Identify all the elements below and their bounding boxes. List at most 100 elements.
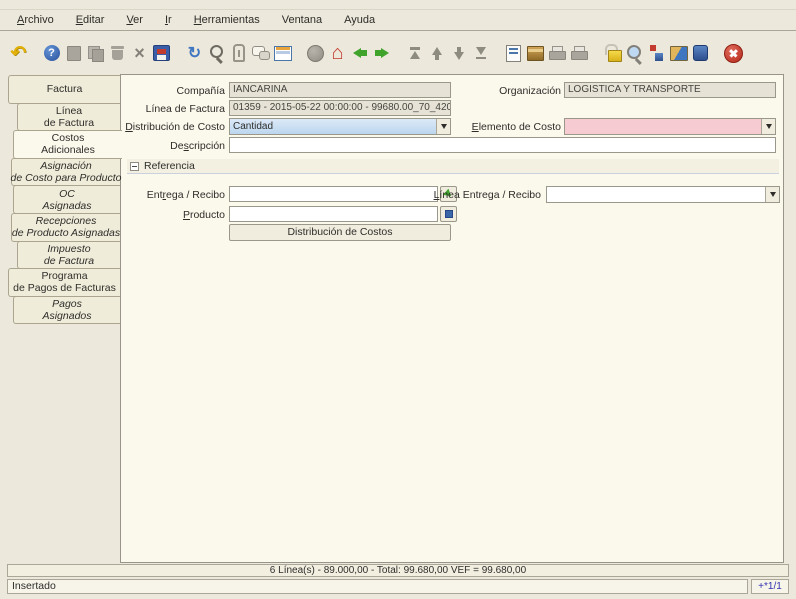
tab-label: OC (59, 188, 75, 200)
attachment-icon[interactable] (228, 42, 249, 64)
chevron-down-icon[interactable] (436, 119, 450, 134)
record-summary-band: 6 Línea(s) - 89.000,00 - Total: 99.680,0… (7, 564, 789, 577)
menu-herramientas[interactable]: Herramientas (183, 12, 271, 28)
tab-label: Recepciones (36, 215, 97, 227)
status-text: Insertado (7, 579, 748, 594)
status-bar: Insertado +*1/1 (7, 579, 789, 594)
zoom-across-icon[interactable] (624, 42, 645, 64)
chevron-down-icon[interactable] (761, 119, 775, 134)
menu-ayuda[interactable]: Ayuda (333, 12, 386, 28)
tab-linea-de-factura[interactable]: Línea de Factura (17, 103, 120, 132)
tab-label: Factura (47, 83, 83, 95)
tab-oc-asignadas[interactable]: OC Asignadas (13, 185, 120, 214)
menu-ir[interactable]: Ir (154, 12, 183, 28)
record-indicator: +*1/1 (751, 579, 789, 594)
find-icon[interactable] (206, 42, 227, 64)
delete-selection-icon (129, 42, 150, 64)
help-icon[interactable] (41, 42, 62, 64)
home-icon[interactable] (327, 42, 348, 64)
export-icon[interactable] (668, 42, 689, 64)
linea-entrega-recibo-value (547, 187, 765, 202)
distribucion-costo-label: Distribución de Costo (121, 120, 225, 134)
producto-label: Producto (121, 208, 225, 222)
tab-label: Asignación (40, 160, 91, 172)
descripcion-input[interactable] (229, 137, 776, 153)
tab-recepciones-de-producto-asignadas[interactable]: Recepciones de Producto Asignadas (11, 213, 120, 242)
archive-icon[interactable] (525, 42, 546, 64)
chat-icon[interactable] (250, 42, 271, 64)
refresh-icon[interactable] (184, 42, 205, 64)
producto-lookup-button[interactable] (440, 206, 457, 222)
tab-label: Adicionales (41, 144, 95, 156)
new-record-icon (63, 42, 84, 64)
tab-impuesto-de-factura[interactable]: Impuesto de Factura (17, 241, 120, 270)
tab-label: Asignadas (42, 200, 91, 212)
tab-factura[interactable]: Factura (8, 75, 120, 104)
menu-archivo[interactable]: Archivo (6, 12, 65, 28)
previous-record-icon[interactable] (426, 42, 447, 64)
tab-sidebar: Factura Línea de Factura Costos Adiciona… (8, 75, 120, 324)
linea-factura-label: Línea de Factura (121, 102, 225, 116)
forward-icon[interactable] (371, 42, 392, 64)
elemento-costo-value (565, 119, 761, 134)
distribucion-costo-value: Cantidad (230, 119, 436, 134)
record-summary-text: 6 Línea(s) - 89.000,00 - Total: 99.680,0… (270, 565, 526, 576)
compania-label: Compañía (121, 84, 225, 98)
tab-pagos-asignados[interactable]: Pagos Asignados (13, 296, 120, 325)
referencia-section-label: Referencia (144, 160, 195, 172)
referencia-section-header: Referencia (127, 159, 779, 174)
organizacion-label: Organización (451, 84, 561, 98)
tab-label: Asignados (42, 310, 91, 322)
menu-bar: Archivo Editar Ver Ir Herramientas Venta… (0, 9, 796, 31)
linea-entrega-recibo-combo[interactable] (546, 186, 780, 203)
chevron-down-icon[interactable] (765, 187, 779, 202)
linea-entrega-recibo-label: Línea Entrega / Recibo (454, 188, 541, 202)
grid-toggle-icon[interactable] (272, 42, 293, 64)
descripcion-label: Descripción (121, 139, 225, 153)
menu-editar[interactable]: Editar (65, 12, 116, 28)
undo-icon[interactable] (8, 42, 29, 64)
back-icon[interactable] (349, 42, 370, 64)
tab-label: de Producto Asignadas (12, 227, 120, 239)
close-x-glyph (729, 49, 737, 57)
workflow-icon[interactable] (646, 42, 667, 64)
entrega-recibo-label: Entrega / Recibo (121, 188, 225, 202)
linea-factura-field[interactable]: 01359 - 2015-05-22 00:00:00 - 99680.00_7… (229, 100, 451, 116)
lock-icon[interactable] (602, 42, 623, 64)
tab-costos-adicionales[interactable]: Costos Adicionales (13, 130, 122, 159)
tab-label: Programa (41, 270, 87, 282)
copy-record-icon (85, 42, 106, 64)
first-record-icon[interactable] (404, 42, 425, 64)
form-view-icon[interactable] (503, 42, 524, 64)
distribucion-costo-combo[interactable]: Cantidad (229, 118, 451, 135)
blue-square-icon (445, 210, 453, 218)
toolbar (0, 32, 796, 74)
menu-ventana[interactable]: Ventana (271, 12, 333, 28)
menu-ver[interactable]: Ver (115, 12, 154, 28)
save-icon[interactable] (151, 42, 172, 64)
elemento-costo-label: Elemento de Costo (451, 120, 561, 134)
print-preview-icon (569, 42, 590, 64)
tab-label: Línea (56, 105, 82, 117)
tab-label: de Factura (44, 117, 94, 129)
last-record-icon[interactable] (470, 42, 491, 64)
compania-field[interactable]: IANCARINA (229, 82, 451, 98)
next-record-icon[interactable] (448, 42, 469, 64)
tab-label: Pagos (52, 298, 82, 310)
tab-asignacion-de-costo-para-producto[interactable]: Asignación de Costo para Producto (11, 158, 120, 187)
producto-input[interactable] (229, 206, 438, 222)
elemento-costo-combo[interactable] (564, 118, 776, 135)
tab-label: Impuesto (47, 243, 90, 255)
product-info-icon[interactable] (690, 42, 711, 64)
parent-record-icon (305, 42, 326, 64)
tab-programa-de-pagos-de-facturas[interactable]: Programa de Pagos de Facturas (8, 268, 120, 297)
print-icon (547, 42, 568, 64)
entrega-recibo-input[interactable] (229, 186, 438, 202)
collapse-icon[interactable] (130, 162, 139, 171)
exit-icon[interactable] (723, 42, 744, 64)
distribucion-de-costos-button[interactable]: Distribución de Costos (229, 224, 451, 241)
tab-label: de Costo para Producto (11, 172, 122, 184)
tab-label: de Pagos de Facturas (13, 282, 116, 294)
organizacion-field[interactable]: LOGISTICA Y TRANSPORTE (564, 82, 776, 98)
tab-label: de Factura (44, 255, 94, 267)
